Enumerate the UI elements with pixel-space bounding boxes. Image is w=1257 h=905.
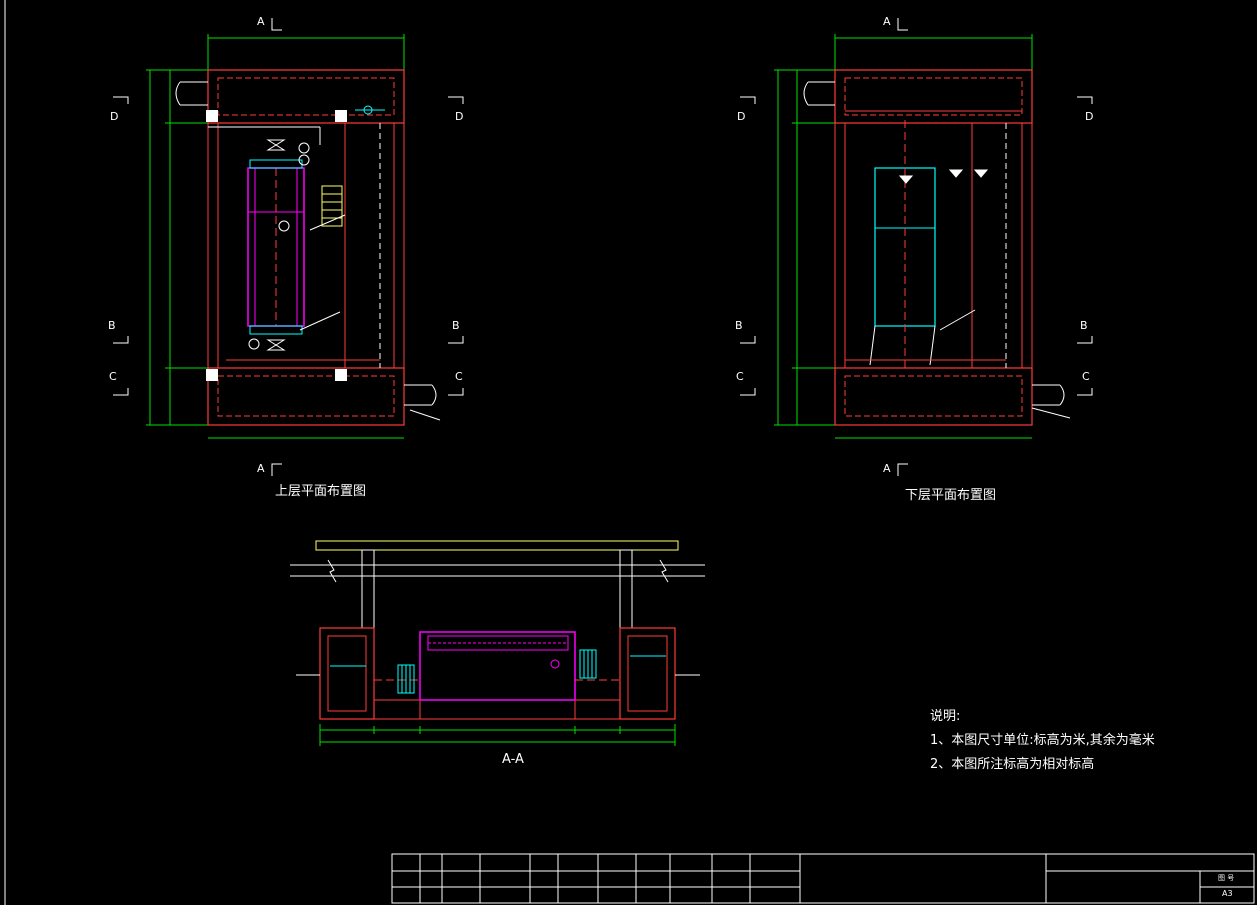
- lower-plan-title: 下层平面布置图: [905, 488, 997, 503]
- notes-item-2: 2、本图所注标高为相对标高: [930, 757, 1095, 772]
- marker-d-right-1: D: [737, 110, 746, 123]
- marker-d-left-2: D: [455, 110, 464, 123]
- lower-plan: [740, 18, 1093, 476]
- marker-b-right-1: B: [735, 319, 743, 332]
- marker-b-left-1: B: [108, 319, 116, 332]
- marker-a-top-left: A: [257, 15, 265, 28]
- marker-b-left-2: B: [452, 319, 460, 332]
- section-title: A-A: [502, 752, 524, 767]
- marker-a-bottom-left: A: [257, 462, 265, 475]
- notes-item-1: 1、本图尺寸单位:标高为米,其余为毫米: [930, 733, 1155, 748]
- marker-a-top-right: A: [883, 15, 891, 28]
- marker-a-bottom-right: A: [883, 462, 891, 475]
- marker-d-left-1: D: [110, 110, 119, 123]
- notes-heading: 说明:: [930, 709, 961, 724]
- marker-c-right-1: C: [736, 370, 744, 383]
- marker-b-right-2: B: [1080, 319, 1088, 332]
- drawing-no-label: 图 号: [1218, 874, 1235, 882]
- upper-plan-title: 上层平面布置图: [275, 484, 367, 499]
- section-aa: [290, 540, 705, 746]
- sheet-size: A3: [1222, 889, 1233, 898]
- marker-c-left-1: C: [109, 370, 117, 383]
- upper-plan: [113, 18, 464, 476]
- marker-c-right-2: C: [1082, 370, 1090, 383]
- marker-d-right-2: D: [1085, 110, 1094, 123]
- marker-c-left-2: C: [455, 370, 463, 383]
